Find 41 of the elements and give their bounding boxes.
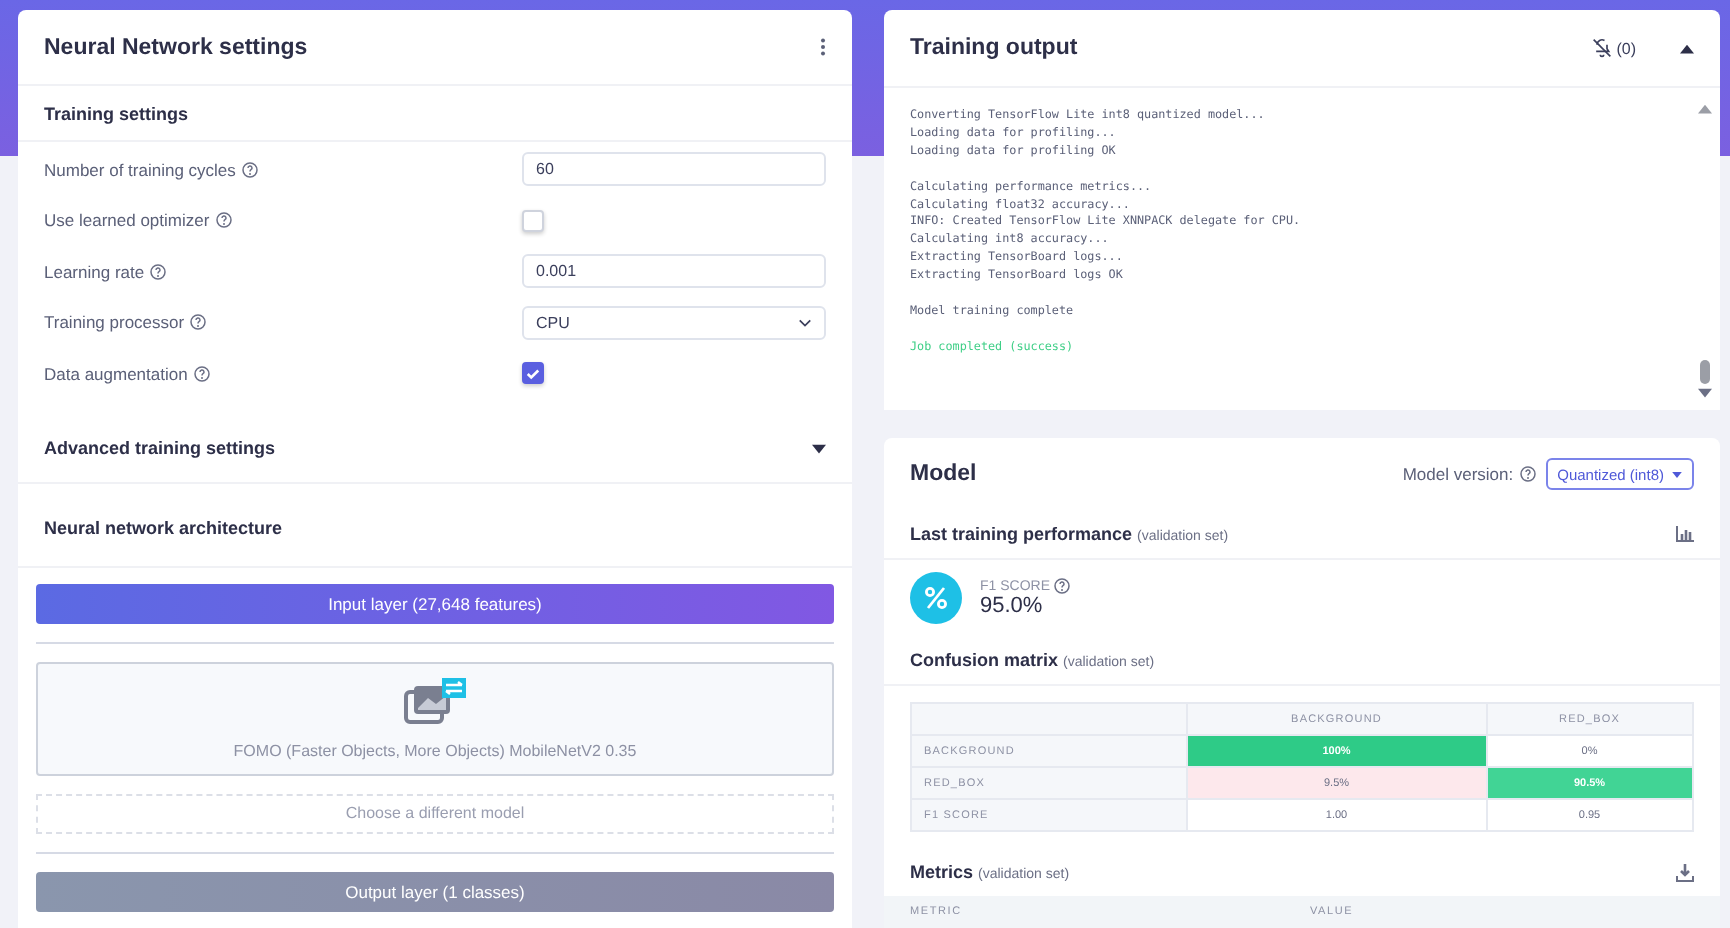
help-icon[interactable] [1054, 578, 1071, 594]
chart-icon[interactable] [1676, 526, 1694, 542]
field-label: Learning rate [44, 261, 145, 282]
chevron-icon [798, 317, 812, 328]
output-layer: Output layer (1 classes) [36, 871, 834, 912]
field-label: Data augmentation [44, 363, 188, 384]
section-title: Neural network architecture [44, 518, 283, 539]
scroll-up-icon[interactable] [1698, 104, 1712, 114]
bell-off-icon[interactable] [1592, 38, 1613, 58]
scroll-down-icon[interactable] [1698, 388, 1712, 398]
metric-value: 95.0% [980, 594, 1045, 618]
version-label: Model version: [1402, 464, 1514, 484]
select-field[interactable]: CPU [522, 305, 826, 340]
model-name: FOMO (Faster Objects, More Objects) MobileNetV2 0.35 [233, 741, 637, 760]
panel-title: Model [910, 462, 977, 486]
section-title: Training settings [44, 103, 189, 124]
help-icon[interactable] [215, 212, 232, 229]
collapse-icon[interactable] [1680, 43, 1694, 53]
download-icon[interactable] [1676, 863, 1694, 881]
caret-icon [1672, 471, 1682, 477]
field-label: Number of training cycles [44, 159, 236, 180]
panel-title: Training output [910, 36, 1078, 60]
panel-title: Neural Network settings [44, 35, 308, 60]
input-layer: Input layer (27,648 features) [36, 583, 834, 624]
advanced-toggle[interactable]: Advanced training settings [18, 416, 852, 484]
help-icon[interactable] [190, 314, 207, 331]
scrollbar-thumb[interactable] [1700, 360, 1710, 384]
help-icon[interactable] [1519, 466, 1536, 482]
help-icon[interactable] [150, 263, 167, 280]
help-icon[interactable] [241, 161, 258, 178]
checkbox[interactable] [522, 362, 544, 385]
caret-icon[interactable] [812, 443, 826, 454]
percent-icon [910, 572, 962, 624]
field-label: Training processor [44, 312, 185, 333]
images-icon [404, 677, 466, 726]
text-field[interactable]: 0.001 [522, 254, 826, 289]
notification-count: (0) [1616, 39, 1636, 57]
more-icon[interactable] [820, 38, 826, 57]
text-field[interactable]: 60 [522, 152, 826, 187]
help-icon[interactable] [193, 365, 210, 382]
field-label: Use learned optimizer [44, 210, 210, 231]
